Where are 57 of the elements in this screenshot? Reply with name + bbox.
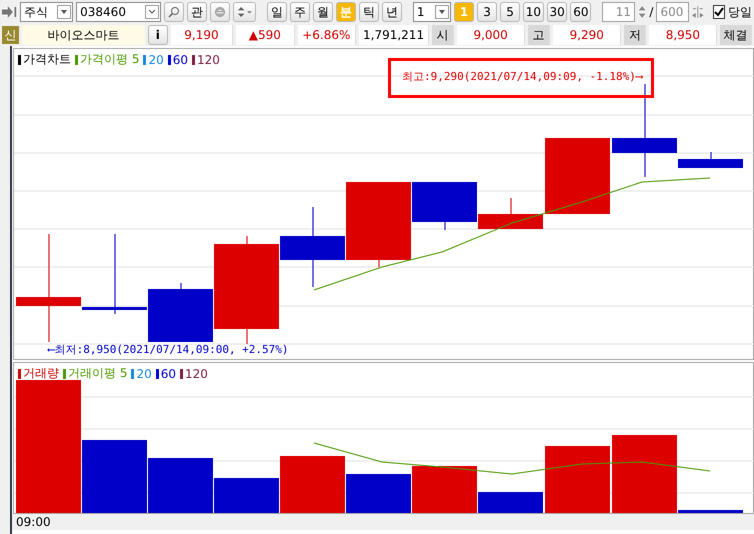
market-select[interactable]: 주식 [20, 2, 74, 22]
high-annotation: 최고:9,290(2021/07/14,09:09, -1.18%)⟶ [402, 69, 643, 84]
info-button[interactable]: i [148, 25, 168, 45]
legend-label: 거래량 [18, 365, 59, 382]
today-label: 당일 [728, 4, 752, 20]
period-tab[interactable]: 월 [312, 2, 333, 22]
interval-tab[interactable]: 10 [523, 2, 544, 22]
field-value: 9,290 [553, 25, 622, 45]
legend-label: 60 [156, 366, 176, 380]
interval-tab[interactable]: 60 [570, 2, 592, 22]
interval-tab[interactable]: 30 [546, 2, 568, 22]
count-field[interactable]: 11 [602, 2, 636, 22]
field-label: 고 [528, 25, 550, 45]
legend-label: 60 [168, 52, 188, 66]
spinner-icon [236, 5, 252, 19]
field-value: 8,950 [649, 25, 718, 45]
disc-icon [214, 5, 226, 19]
split-icon[interactable] [692, 5, 704, 19]
legend-label: 가격이평 5 [75, 51, 140, 68]
search-icon [168, 6, 180, 18]
caret-icon [57, 5, 72, 19]
field-value: 9,000 [457, 25, 526, 45]
today-checkbox[interactable] [712, 5, 725, 19]
arrow-icon [2, 5, 17, 19]
price-value: 9,190 [170, 25, 234, 45]
field-label: 시 [432, 25, 454, 45]
max-count-field[interactable]: 600 [656, 2, 690, 22]
period-tab[interactable]: 주 [290, 2, 310, 22]
chevron-icon [144, 5, 159, 19]
caret-icon [435, 5, 450, 19]
period-tab[interactable]: 틱 [358, 2, 379, 22]
legend-label: 거래이평 5 [63, 365, 128, 382]
interval-tab[interactable]: 5 [500, 2, 520, 22]
low-annotation: ⟵최저:8,950(2021/07/14,09:00, +2.57%) [48, 342, 289, 357]
volume-value: 1,791,211 [359, 25, 430, 45]
stock-name: 바이오스마트 [22, 25, 145, 45]
volume-bar [545, 446, 610, 513]
time-label: 09:00 [16, 515, 51, 529]
code-field[interactable]: 038460 [76, 2, 161, 22]
search-button[interactable] [164, 2, 184, 22]
legend-label: 120 [180, 366, 208, 380]
spin-button[interactable] [232, 2, 256, 22]
change-value: ▲590 [236, 25, 295, 45]
rate-value: +6.86% [298, 25, 356, 45]
interval-select[interactable]: 1 [412, 2, 452, 22]
legend-label: 20 [143, 52, 164, 66]
status-badge: 신 [2, 26, 20, 44]
period-tab[interactable]: 일 [266, 2, 287, 22]
field-label: 저 [624, 25, 646, 45]
interval-tab[interactable]: 3 [477, 2, 498, 22]
legend-label: 20 [131, 366, 152, 380]
watch-button[interactable]: 관 [186, 2, 207, 22]
separator-text: / [649, 5, 654, 19]
legend-label: 120 [192, 52, 220, 66]
trade-tab[interactable]: 체결 [720, 25, 752, 45]
legend-label: 가격차트 [18, 51, 71, 68]
period-tab[interactable]: 년 [382, 2, 402, 22]
